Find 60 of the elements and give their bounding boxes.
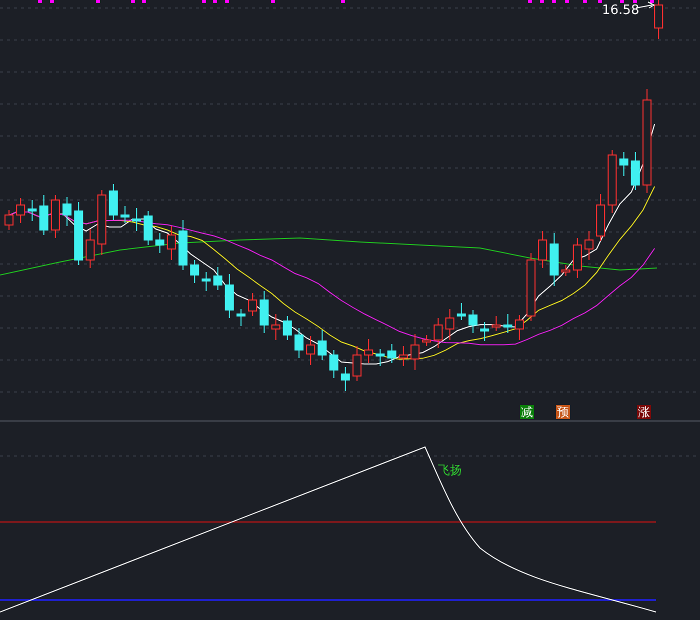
candlestick — [584, 230, 594, 260]
candlestick — [410, 334, 420, 370]
candlestick — [340, 366, 350, 392]
candlestick — [387, 344, 396, 364]
candlestick — [120, 206, 130, 224]
candlestick — [50, 194, 60, 238]
candlestick — [260, 290, 269, 334]
candlestick — [294, 328, 304, 358]
candlestick — [108, 184, 118, 220]
candlestick — [572, 238, 582, 278]
candlestick — [224, 274, 234, 318]
price-label: 16.58 — [602, 3, 640, 18]
candlestick — [561, 264, 570, 276]
signal-badge: 预 — [556, 405, 570, 419]
candlestick — [248, 292, 258, 316]
candlestick — [271, 314, 280, 340]
candlestick — [16, 198, 26, 224]
candlestick — [596, 194, 606, 242]
candlestick — [619, 152, 628, 176]
candlestick — [329, 350, 338, 378]
candlestick — [526, 252, 536, 322]
candlestick — [608, 150, 617, 214]
candlestick — [166, 226, 176, 260]
candlestick — [480, 322, 490, 342]
candlestick — [62, 196, 72, 226]
candlestick — [97, 190, 106, 256]
candlestick — [398, 346, 408, 366]
candlestick — [282, 316, 292, 340]
signal-badge: 涨 — [637, 405, 651, 419]
candlestick — [630, 152, 640, 190]
candlestick — [202, 272, 211, 292]
candlestick — [503, 314, 512, 334]
candlestick — [190, 260, 200, 284]
candlestick — [4, 210, 14, 230]
candlestick — [456, 302, 466, 320]
candlestick — [132, 208, 142, 232]
candlestick — [39, 194, 48, 236]
candlestick — [538, 230, 548, 268]
candlestick — [236, 308, 246, 326]
candlestick — [550, 232, 559, 286]
candlestick — [422, 334, 432, 346]
candlestick — [74, 202, 84, 266]
candlestick — [492, 316, 501, 332]
candlestick — [155, 232, 164, 254]
indicator-label: 飞扬 — [438, 463, 462, 477]
candlestick — [144, 210, 153, 246]
candlestick — [468, 310, 478, 334]
signal-badge: 减 — [520, 405, 534, 419]
candlestick — [86, 228, 95, 268]
candlestick — [445, 308, 454, 340]
candlestick — [376, 348, 385, 366]
candlestick — [514, 314, 524, 340]
candlestick — [364, 338, 374, 364]
candlestick — [352, 346, 362, 382]
candlestick — [28, 200, 37, 222]
candlestick — [306, 336, 316, 366]
candlestick — [178, 220, 188, 270]
candlestick — [434, 318, 443, 348]
candlestick — [318, 330, 327, 360]
candlestick — [213, 266, 222, 290]
